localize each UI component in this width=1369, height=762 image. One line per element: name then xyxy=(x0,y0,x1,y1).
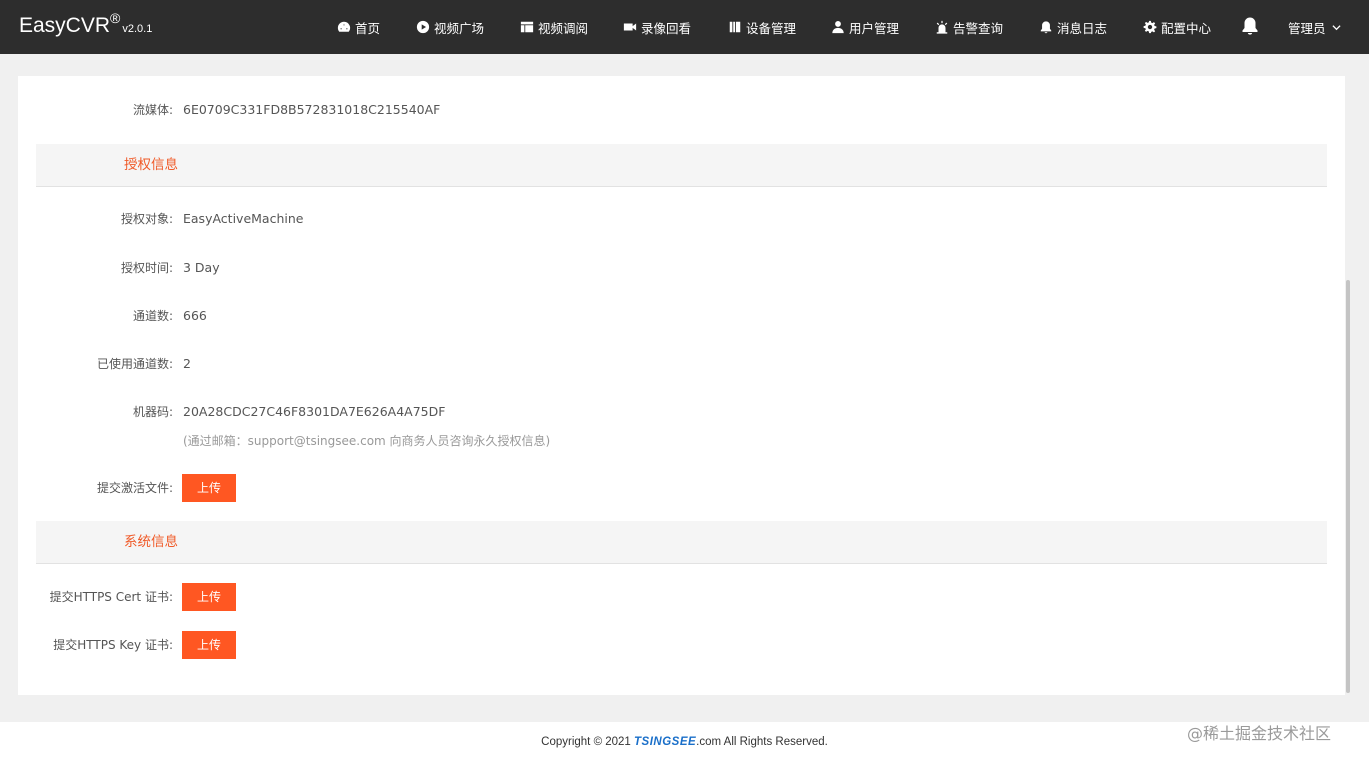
nav-item-device-management[interactable]: 设备管理 xyxy=(728,0,796,54)
chevron-down-icon xyxy=(1331,24,1341,30)
license-section-title: 授权信息 xyxy=(124,157,178,173)
streaming-value: 6E0709C331FD8B572831018C215540AF xyxy=(183,102,441,117)
license-target-value: EasyActiveMachine xyxy=(183,211,304,226)
play-circle-icon xyxy=(416,20,430,34)
user-icon xyxy=(832,21,844,34)
user-name: 管理员 xyxy=(1288,20,1326,36)
used-channels-label: 已使用通道数: xyxy=(96,357,173,371)
channels-value: 666 xyxy=(183,308,207,323)
nav-label: 录像回看 xyxy=(641,20,692,36)
brand-name: EasyCVR xyxy=(19,14,111,37)
system-section-header: 系统信息 xyxy=(36,521,1327,564)
bell-small-icon xyxy=(1040,21,1052,34)
nav-item-video-review[interactable]: 视频调阅 xyxy=(520,0,588,54)
channels-label: 通道数: xyxy=(132,309,173,323)
license-contact-hint: (通过邮箱：support@tsingsee.com 向商务人员咨询永久授权信息… xyxy=(183,434,551,448)
nav-item-user-management[interactable]: 用户管理 xyxy=(831,0,899,54)
scrollbar-thumb[interactable] xyxy=(1346,280,1350,693)
activation-upload-button[interactable]: 上传 xyxy=(182,474,236,502)
https-cert-upload-button[interactable]: 上传 xyxy=(182,583,236,611)
streaming-label: 流媒体: xyxy=(132,103,173,117)
license-target-label: 授权对象: xyxy=(120,212,173,226)
https-key-upload-button[interactable]: 上传 xyxy=(182,631,236,659)
nav-label: 视频广场 xyxy=(434,20,485,36)
nav-label: 告警查询 xyxy=(953,20,1004,36)
user-menu[interactable]: 管理员 xyxy=(1288,0,1341,54)
license-time-value: 3 Day xyxy=(183,260,220,275)
watermark: @稀土掘金技术社区 xyxy=(1187,724,1332,743)
video-camera-icon xyxy=(623,23,637,31)
nav-item-message-log[interactable]: 消息日志 xyxy=(1039,0,1107,54)
top-navigation-bar: EasyCVR®v2.0.1 首页 视频广场 视频调阅 录像回看 设备管理 用户… xyxy=(0,0,1369,54)
bell-icon[interactable] xyxy=(1240,16,1260,36)
dashboard-icon xyxy=(337,21,351,32)
nav-label: 消息日志 xyxy=(1057,20,1108,36)
nav-item-config-center[interactable]: 配置中心 xyxy=(1143,0,1211,54)
nav-label: 首页 xyxy=(355,20,381,36)
tsingsee-logo[interactable]: TSINGSEE xyxy=(634,736,696,748)
copyright-prefix: Copyright © 2021 xyxy=(541,736,635,748)
nav-item-alarm-query[interactable]: 告警查询 xyxy=(935,0,1003,54)
brand-mark: ® xyxy=(110,10,121,26)
gear-icon xyxy=(1143,20,1157,34)
machine-code-value: 20A28CDC27C46F8301DA7E626A4A75DF xyxy=(183,404,446,419)
https-cert-label: 提交HTTPS Cert 证书: xyxy=(49,590,173,604)
nav-item-video-square[interactable]: 视频广场 xyxy=(416,0,484,54)
device-icon xyxy=(729,21,741,33)
grid-icon xyxy=(520,21,534,33)
activation-file-label: 提交激活文件: xyxy=(96,481,173,495)
nav-item-recording-playback[interactable]: 录像回看 xyxy=(623,0,691,54)
page-footer: Copyright © 2021 TSINGSEE.com All Rights… xyxy=(0,722,1369,762)
https-key-label: 提交HTTPS Key 证书: xyxy=(53,638,173,652)
license-section-header: 授权信息 xyxy=(36,144,1327,187)
used-channels-value: 2 xyxy=(183,356,191,371)
system-section-title: 系统信息 xyxy=(124,534,178,550)
nav-label: 配置中心 xyxy=(1161,20,1212,36)
machine-code-label: 机器码: xyxy=(132,405,173,419)
alarm-icon xyxy=(936,20,948,34)
nav-item-home[interactable]: 首页 xyxy=(337,0,380,54)
version-label: v2.0.1 xyxy=(122,23,153,35)
copyright-text: Copyright © 2021 TSINGSEE.com All Rights… xyxy=(0,736,1369,748)
license-time-label: 授权时间: xyxy=(120,261,173,275)
copyright-suffix: .com All Rights Reserved. xyxy=(696,736,828,748)
nav-label: 设备管理 xyxy=(746,20,797,36)
nav-label: 视频调阅 xyxy=(538,20,589,36)
nav-label: 用户管理 xyxy=(849,20,900,36)
brand-logo[interactable]: EasyCVR®v2.0.1 xyxy=(19,10,152,38)
